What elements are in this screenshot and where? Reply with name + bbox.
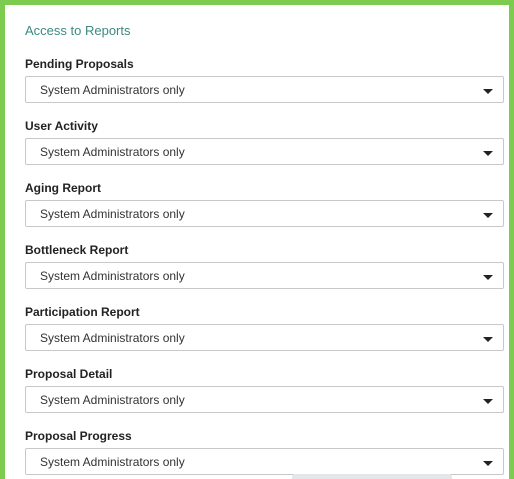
field-aging-report: Aging Report System Administrators only bbox=[25, 181, 504, 227]
field-label: Aging Report bbox=[25, 181, 101, 195]
field-label: Participation Report bbox=[25, 305, 140, 319]
field-label: Proposal Progress bbox=[25, 429, 132, 443]
caret-down-icon bbox=[483, 399, 493, 404]
select-value: System Administrators only bbox=[40, 455, 185, 469]
field-user-activity: User Activity System Administrators only bbox=[25, 119, 504, 165]
select-value: System Administrators only bbox=[40, 207, 185, 221]
field-proposal-progress: Proposal Progress System Administrators … bbox=[25, 429, 504, 475]
field-label: Proposal Detail bbox=[25, 367, 113, 381]
caret-down-icon bbox=[483, 89, 493, 94]
section-title: Access to Reports bbox=[25, 23, 131, 38]
caret-down-icon bbox=[483, 337, 493, 342]
field-bottleneck-report: Bottleneck Report System Administrators … bbox=[25, 243, 504, 289]
user-activity-select[interactable]: System Administrators only bbox=[25, 138, 504, 165]
access-to-reports-panel: Access to Reports Pending Proposals Syst… bbox=[0, 0, 514, 479]
select-value: System Administrators only bbox=[40, 331, 185, 345]
select-value: System Administrators only bbox=[40, 269, 185, 283]
select-value: System Administrators only bbox=[40, 145, 185, 159]
proposal-detail-select[interactable]: System Administrators only bbox=[25, 386, 504, 413]
pending-proposals-select[interactable]: System Administrators only bbox=[25, 76, 504, 103]
caret-down-icon bbox=[483, 461, 493, 466]
bottom-shadow-decoration bbox=[292, 474, 452, 479]
select-value: System Administrators only bbox=[40, 83, 185, 97]
bottleneck-report-select[interactable]: System Administrators only bbox=[25, 262, 504, 289]
field-label: Pending Proposals bbox=[25, 57, 134, 71]
participation-report-select[interactable]: System Administrators only bbox=[25, 324, 504, 351]
caret-down-icon bbox=[483, 213, 493, 218]
field-proposal-detail: Proposal Detail System Administrators on… bbox=[25, 367, 504, 413]
field-label: User Activity bbox=[25, 119, 98, 133]
select-value: System Administrators only bbox=[40, 393, 185, 407]
field-pending-proposals: Pending Proposals System Administrators … bbox=[25, 57, 504, 103]
field-participation-report: Participation Report System Administrato… bbox=[25, 305, 504, 351]
field-label: Bottleneck Report bbox=[25, 243, 129, 257]
aging-report-select[interactable]: System Administrators only bbox=[25, 200, 504, 227]
caret-down-icon bbox=[483, 151, 493, 156]
proposal-progress-select[interactable]: System Administrators only bbox=[25, 448, 504, 475]
caret-down-icon bbox=[483, 275, 493, 280]
